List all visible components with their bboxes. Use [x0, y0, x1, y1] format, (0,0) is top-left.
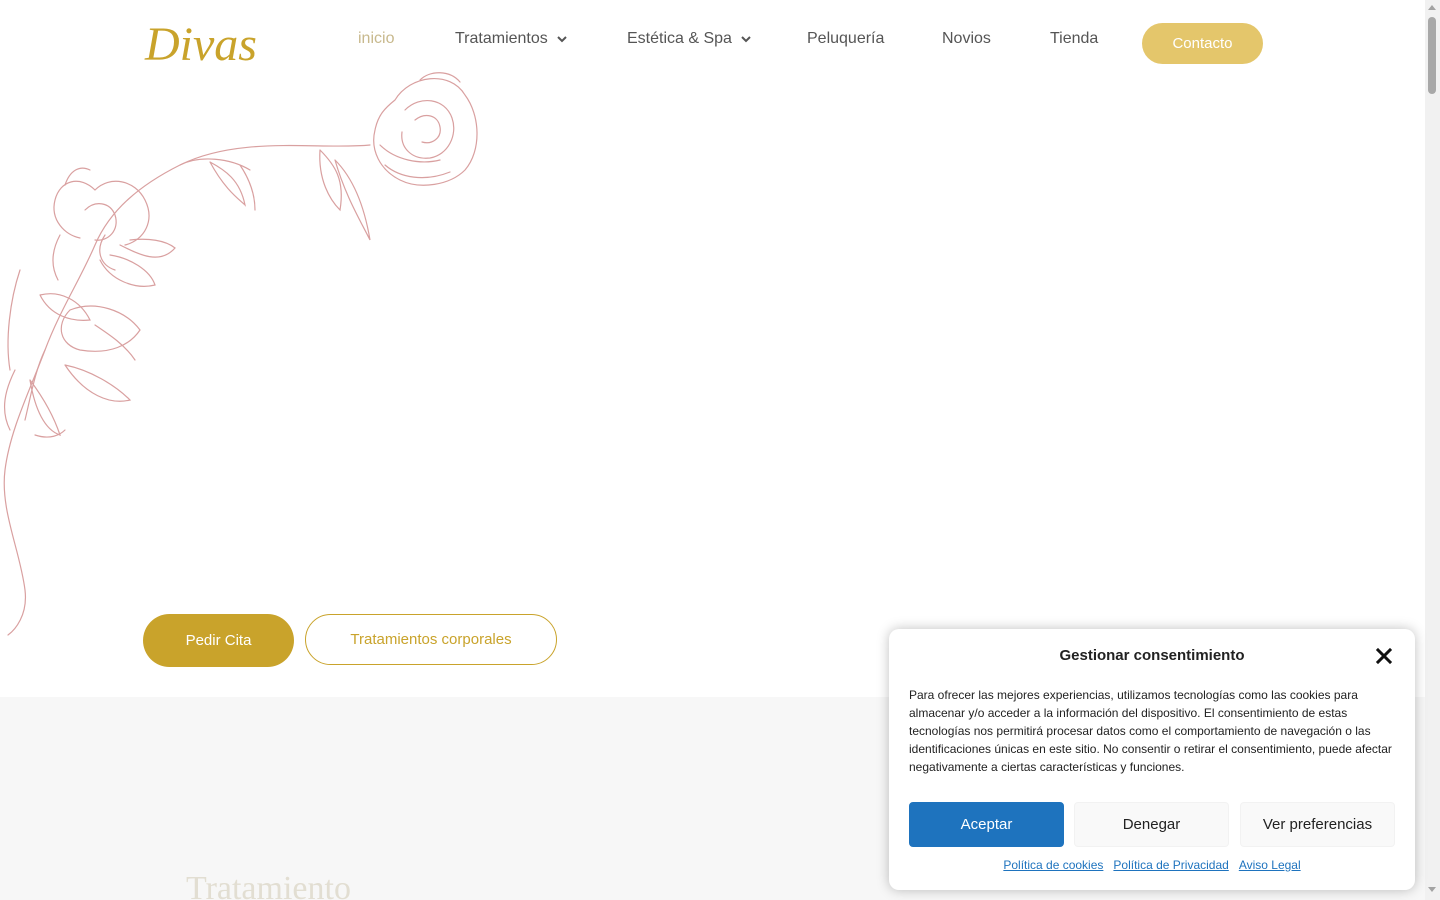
cookie-description: Para ofrecer las mejores experiencias, u… [909, 688, 1392, 774]
body-treatments-button[interactable]: Tratamientos corporales [305, 614, 557, 665]
nav-item-label: Peluquería [807, 30, 885, 47]
scrollbar-thumb[interactable] [1428, 17, 1436, 94]
nav-item-estetica-spa[interactable]: Estética & Spa [627, 30, 751, 48]
chevron-down-icon [557, 36, 567, 43]
nav-item-label: inicio [358, 30, 395, 47]
nav-item-label: Novios [942, 30, 991, 47]
page-scrollbar[interactable] [1425, 0, 1440, 900]
brand-logo[interactable]: Divas [143, 14, 263, 71]
chevron-down-icon [741, 36, 751, 43]
floral-illustration [3, 72, 478, 636]
contact-button[interactable]: Contacto [1142, 23, 1263, 64]
nav-item-label: Tratamientos [455, 30, 548, 47]
site-header: Divas inicio Tratamientos Estética & Spa… [0, 0, 1425, 86]
cookie-consent-dialog: Gestionar consentimiento Para ofrecer la… [889, 629, 1415, 890]
section-heading: Tratamiento [186, 870, 351, 900]
nav-item-peluqueria[interactable]: Peluquería [807, 30, 884, 48]
deny-cookies-button[interactable]: Denegar [1074, 802, 1229, 847]
legal-notice-link[interactable]: Aviso Legal [1239, 858, 1301, 872]
logo-mark: Divas [144, 18, 257, 71]
privacy-policy-link[interactable]: Política de Privacidad [1113, 858, 1228, 872]
nav-item-inicio[interactable]: inicio [358, 30, 394, 48]
cookie-policy-link[interactable]: Política de cookies [1003, 858, 1103, 872]
cookie-policy-links: Política de cookies Política de Privacid… [889, 858, 1415, 872]
scroll-up-icon[interactable] [1428, 5, 1436, 10]
nav-item-tienda[interactable]: Tienda [1050, 30, 1098, 48]
close-icon[interactable] [1375, 647, 1393, 665]
nav-item-label: Tienda [1050, 30, 1099, 47]
nav-item-label: Estética & Spa [627, 30, 732, 47]
book-appointment-button[interactable]: Pedir Cita [143, 614, 294, 667]
accept-cookies-button[interactable]: Aceptar [909, 802, 1064, 847]
view-preferences-button[interactable]: Ver preferencias [1240, 802, 1395, 847]
nav-item-tratamientos[interactable]: Tratamientos [455, 30, 567, 48]
scroll-down-icon[interactable] [1428, 887, 1436, 892]
logo-text: Divas [144, 18, 257, 70]
page: Divas inicio Tratamientos Estética & Spa… [0, 0, 1440, 900]
nav-item-novios[interactable]: Novios [942, 30, 991, 48]
cookie-title: Gestionar consentimiento [1059, 647, 1245, 664]
